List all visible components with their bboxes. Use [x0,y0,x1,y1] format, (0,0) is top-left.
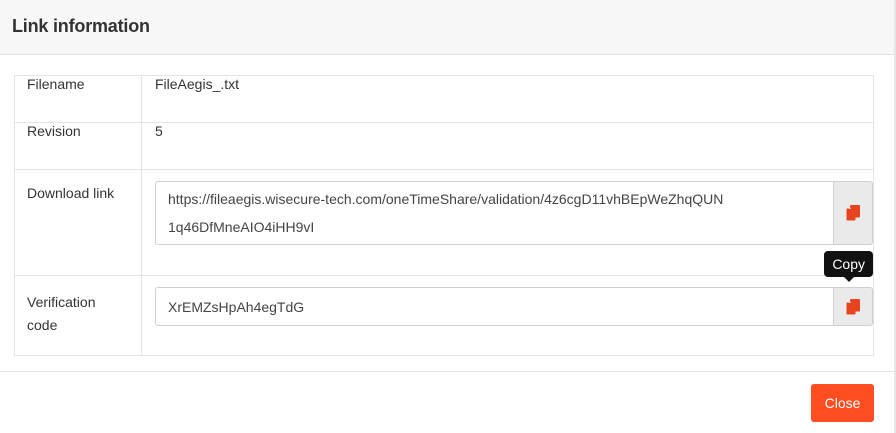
download-link-label: Download link [27,185,115,201]
filename-value: FileAegis_.txt [141,75,874,123]
verification-code-field[interactable]: XrEMZsHpAh4egTdG [155,287,833,326]
filename-label: Filename [14,75,142,123]
close-button[interactable]: Close [811,384,874,422]
modal-title: Link information [12,16,150,36]
copy-verification-code-button[interactable] [833,287,873,326]
copy-icon [846,298,860,314]
table-row-download-link: Download link https://fileaegis.wisecure… [14,169,874,276]
table-row-verification-code: Verification code XrEMZsHpAh4egTdG Copy [14,251,874,356]
table-row-filename: Filename FileAegis_.txt [14,75,874,123]
table-row-revision: Revision 5 [14,122,874,170]
copy-icon [846,205,860,221]
verification-code-group: XrEMZsHpAh4egTdG Copy [155,251,873,326]
copy-tooltip: Copy [824,251,873,282]
revision-label: Revision [14,122,142,170]
link-info-table: Filename FileAegis_.txt Revision 5 Downl… [14,75,874,356]
download-link-text: https://fileaegis.wisecure-tech.com/oneT… [168,191,724,235]
download-link-field[interactable]: https://fileaegis.wisecure-tech.com/oneT… [155,181,833,245]
copy-download-link-button[interactable] [833,181,873,245]
modal-header: Link information [0,0,894,55]
verification-code-text: XrEMZsHpAh4egTdG [168,298,305,315]
revision-value: 5 [141,122,874,170]
download-link-group: https://fileaegis.wisecure-tech.com/oneT… [155,181,873,245]
footer-divider [0,371,894,372]
verification-code-label: Verification code [27,294,96,333]
